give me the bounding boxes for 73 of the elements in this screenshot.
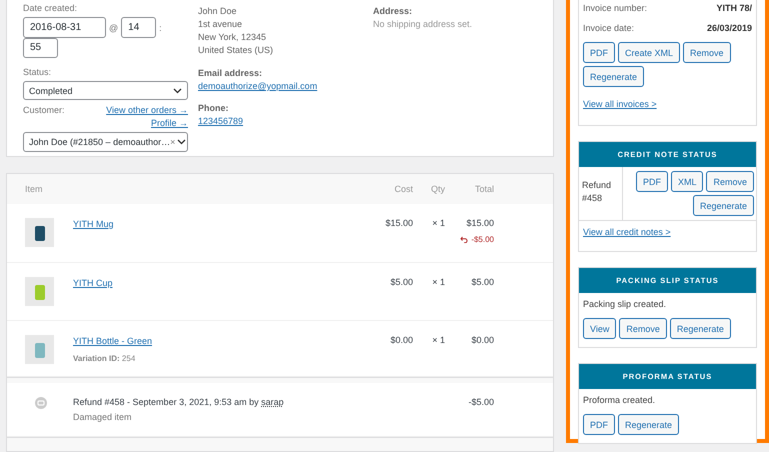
action-button[interactable]: View [583,318,616,339]
refund-label: Refund #458 [582,180,612,203]
column-header: Qty [430,184,445,194]
field-label: Email address: [198,67,264,80]
product-link[interactable]: YITH Cup [73,277,365,290]
cost-value: $0.00 [390,335,413,345]
field-label: Customer: [23,104,65,116]
qty-value: × 1 [432,218,445,228]
action-button[interactable]: PDF [636,171,668,192]
email-link[interactable]: demoauthorize@yopmail.com [198,80,373,93]
column-header: Item [25,184,43,194]
address-line: New York, 12345 [198,31,268,44]
clear-icon[interactable]: × [170,137,176,148]
action-button[interactable]: PDF [583,42,615,63]
field-label: Status: [23,66,52,78]
minute-field[interactable]: 55 [23,38,58,58]
invoice-field-label: Invoice date: [583,22,634,35]
chevron-down-icon [173,88,182,94]
view-all-link[interactable]: View all invoices > [583,98,752,111]
total-value: $15.00 [466,218,494,228]
view-all-link[interactable]: View all credit notes > [583,226,752,239]
refund-reason: Damaged item [73,412,133,422]
customer-link[interactable]: View other orders → [106,104,188,118]
total-value: $5.00 [471,277,494,287]
product-photo [25,218,54,247]
column-header: Total [474,184,494,194]
action-button[interactable]: Remove [683,42,731,63]
invoice-field-label: Invoice number: [583,2,648,15]
refund-total: -$5.00 [468,397,494,407]
qty-value: × 1 [432,277,445,287]
address-line: 1st avenue [198,18,244,31]
status-note: Packing slip created. [583,298,668,311]
phone-link[interactable]: 123456789 [198,115,373,128]
undo-arrow-icon [460,236,468,243]
status-select[interactable]: Completed [23,80,188,100]
action-button[interactable]: Regenerate [583,66,644,87]
address-line: United States (US) [198,44,274,57]
refund-icon [35,397,47,409]
variation-id: Variation ID: 254 [73,354,136,363]
product-photo [25,277,54,306]
field-label: Date created: [23,2,78,14]
action-button[interactable]: XML [670,171,704,192]
customer-link[interactable]: Profile → [150,117,188,130]
action-button[interactable]: Regenerate [692,195,754,216]
product-photo [25,335,54,364]
chevron-down-icon [177,139,186,146]
hour-field[interactable]: 14 [121,17,156,38]
cost-value: $15.00 [385,218,413,228]
action-button[interactable]: PDF [583,414,615,435]
field-label: Phone: [198,102,230,115]
action-button[interactable]: Regenerate [670,318,731,339]
action-button[interactable]: Regenerate [618,414,680,435]
customer-select[interactable]: John Doe (#21850 – demoauthor…× [23,132,188,152]
product-link[interactable]: YITH Bottle - Green [73,335,365,348]
total-value: $0.00 [471,335,494,345]
status-note: Proforma created. [583,394,656,407]
at-sign: @ [109,22,118,34]
action-button[interactable]: Create XML [618,42,680,63]
product-link[interactable]: YITH Mug [73,218,365,231]
qty-value: × 1 [432,335,445,345]
colon: : [159,22,162,34]
address-line: John Doe [198,5,238,18]
field-label: Address: [373,5,414,18]
invoice-field-value: 26/03/2019 [706,22,752,35]
action-button[interactable]: Remove [619,318,667,339]
refund-title: Refund #458 - September 3, 2021, 9:53 am by sarap [73,397,285,407]
refund-value: -$5.00 [471,235,494,244]
action-button[interactable]: Remove [706,171,754,192]
invoice-field-value: YITH 78/ [716,2,752,15]
date-field[interactable]: 2016-08-31 [23,17,106,38]
cost-value: $5.00 [390,277,413,287]
shipping-note: No shipping address set. [373,18,474,31]
column-header: Cost [394,184,413,194]
